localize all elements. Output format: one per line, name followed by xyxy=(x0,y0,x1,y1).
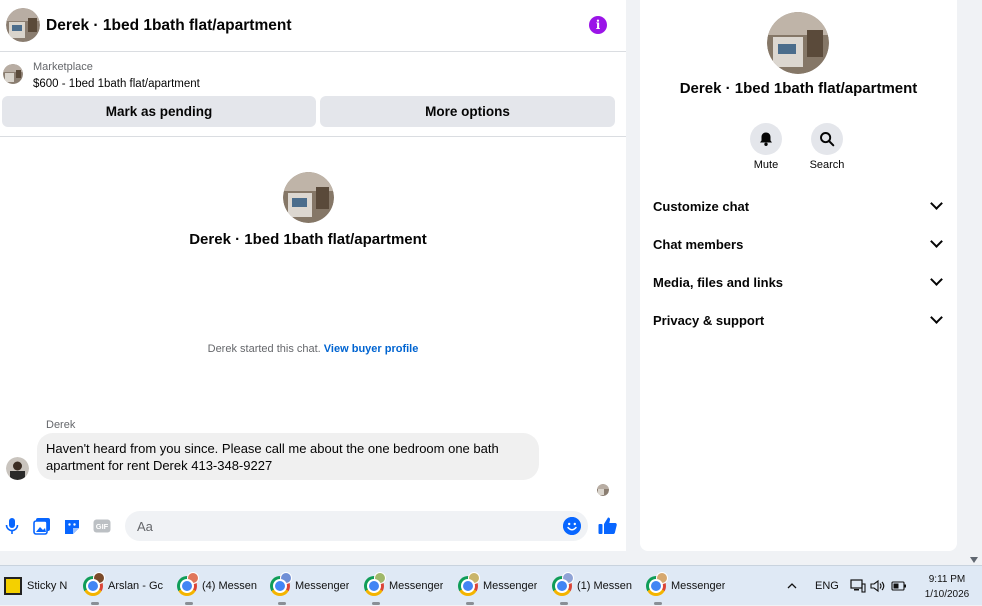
profile-badge-icon xyxy=(374,572,386,584)
photo-icon[interactable] xyxy=(33,517,51,535)
chrome-icon xyxy=(83,572,105,596)
taskbar-item-chrome[interactable]: Messenger xyxy=(364,566,444,606)
gif-icon-label: GIF xyxy=(96,522,109,531)
taskbar-item-sticky-notes[interactable]: Sticky N xyxy=(4,566,72,606)
speaker-icon xyxy=(870,579,885,593)
chrome-icon xyxy=(270,572,292,596)
show-hidden-icons-button[interactable] xyxy=(786,566,798,606)
battery-button[interactable] xyxy=(891,566,907,606)
taskbar-item-label: Arslan - Gc xyxy=(108,580,163,592)
sender-avatar[interactable] xyxy=(6,457,29,480)
network-icon xyxy=(850,579,866,593)
customize-chat-label: Customize chat xyxy=(653,198,750,214)
network-button[interactable] xyxy=(850,566,866,606)
search-button[interactable] xyxy=(811,123,843,155)
taskbar-item-chrome[interactable]: (4) Messen xyxy=(177,566,257,606)
marketplace-strip: Marketplace $600 - 1bed 1bath flat/apart… xyxy=(0,53,626,137)
intro-avatar[interactable] xyxy=(283,172,334,223)
taskbar-item-label: Messenger xyxy=(671,580,726,592)
page-scrollbar[interactable] xyxy=(966,0,982,565)
info-panel-avatar[interactable] xyxy=(767,12,829,74)
taskbar-item-label: (4) Messen xyxy=(202,580,257,592)
chrome-icon xyxy=(552,572,574,596)
taskbar-item-label: Messenger xyxy=(389,580,444,592)
chat-title[interactable]: Derek · 1bed 1bath flat/apartment xyxy=(46,17,291,35)
chevron-up-icon xyxy=(787,583,797,589)
chat-started-text: Derek started this chat. xyxy=(207,343,321,355)
view-buyer-profile-link[interactable]: View buyer profile xyxy=(324,343,419,355)
chat-members-section[interactable]: Chat members xyxy=(653,229,945,259)
profile-badge-icon xyxy=(562,572,574,584)
customize-chat-section[interactable]: Customize chat xyxy=(653,191,945,221)
more-options-button[interactable]: More options xyxy=(320,96,615,127)
privacy-support-section[interactable]: Privacy & support xyxy=(653,305,945,335)
chrome-icon xyxy=(458,572,480,596)
chevron-down-icon xyxy=(930,235,943,248)
media-files-links-section[interactable]: Media, files and links xyxy=(653,267,945,297)
search-label: Search xyxy=(809,159,845,171)
gif-icon[interactable]: GIF xyxy=(93,517,111,535)
thumbs-up-icon[interactable] xyxy=(598,516,617,535)
search-icon xyxy=(820,132,835,147)
media-files-links-label: Media, files and links xyxy=(653,274,784,290)
seen-indicator-avatar xyxy=(597,484,609,496)
microphone-icon[interactable] xyxy=(3,517,21,535)
profile-badge-icon xyxy=(187,572,199,584)
chrome-icon xyxy=(364,572,386,596)
taskbar-item-label: Sticky N xyxy=(27,580,68,592)
taskbar-item-label: (1) Messen xyxy=(577,580,632,592)
sticky-notes-icon xyxy=(4,577,22,595)
profile-badge-icon xyxy=(656,572,668,584)
message-input[interactable] xyxy=(125,511,588,541)
taskbar-item-chrome[interactable]: Messenger xyxy=(646,566,726,606)
emoji-icon[interactable] xyxy=(563,517,581,535)
profile-badge-icon xyxy=(280,572,292,584)
intro-name: Derek · 1bed 1bath flat/apartment xyxy=(189,231,427,248)
privacy-support-label: Privacy & support xyxy=(653,312,765,328)
clock-date: 1/10/2026 xyxy=(924,589,970,600)
taskbar-item-chrome[interactable]: (1) Messen xyxy=(552,566,632,606)
listing-avatar[interactable] xyxy=(6,8,40,42)
taskbar-item-chrome[interactable]: Messenger xyxy=(270,566,350,606)
listing-thumbnail[interactable] xyxy=(3,64,23,84)
message-bubble[interactable]: Haven't heard from you since. Please cal… xyxy=(37,433,539,480)
sticker-icon[interactable] xyxy=(63,517,81,535)
chat-info-panel: Derek · 1bed 1bath flat/apartment Mute S… xyxy=(640,0,957,551)
mute-button[interactable] xyxy=(750,123,782,155)
chrome-icon xyxy=(177,572,199,596)
profile-badge-icon xyxy=(93,572,105,584)
chat-members-label: Chat members xyxy=(653,236,744,252)
chevron-down-icon xyxy=(930,273,943,286)
taskbar-item-label: Messenger xyxy=(295,580,350,592)
language-indicator[interactable]: ENG xyxy=(815,566,839,606)
taskbar-item-chrome[interactable]: Arslan - Gc xyxy=(83,566,163,606)
listing-price[interactable]: $600 - 1bed 1bath flat/apartment xyxy=(33,78,200,90)
mute-label: Mute xyxy=(753,159,779,171)
profile-badge-icon xyxy=(468,572,480,584)
taskbar-item-label: Messenger xyxy=(483,580,538,592)
chrome-icon xyxy=(646,572,668,596)
bell-icon xyxy=(760,132,772,146)
chevron-down-icon xyxy=(930,197,943,210)
chat-started-notice: Derek started this chat. View buyer prof… xyxy=(0,343,626,355)
system-clock[interactable]: 9:11 PM 1/10/2026 xyxy=(912,572,982,602)
chevron-down-icon xyxy=(930,311,943,324)
mark-as-pending-button[interactable]: Mark as pending xyxy=(2,96,316,127)
marketplace-label: Marketplace xyxy=(33,61,93,73)
volume-button[interactable] xyxy=(870,566,886,606)
scroll-down-arrow-icon[interactable] xyxy=(970,557,978,563)
battery-icon xyxy=(891,581,906,591)
info-panel-name: Derek · 1bed 1bath flat/apartment xyxy=(679,80,918,97)
info-icon[interactable]: i xyxy=(589,16,607,34)
chat-panel: Derek · 1bed 1bath flat/apartment i Mark… xyxy=(0,0,626,551)
taskbar-item-chrome[interactable]: Messenger xyxy=(458,566,538,606)
windows-taskbar: Sticky N Arslan - Gc (4) Messen Messenge… xyxy=(0,565,982,605)
clock-time: 9:11 PM xyxy=(928,574,966,585)
chat-header: Derek · 1bed 1bath flat/apartment i xyxy=(0,0,626,52)
message-sender: Derek xyxy=(46,419,76,431)
